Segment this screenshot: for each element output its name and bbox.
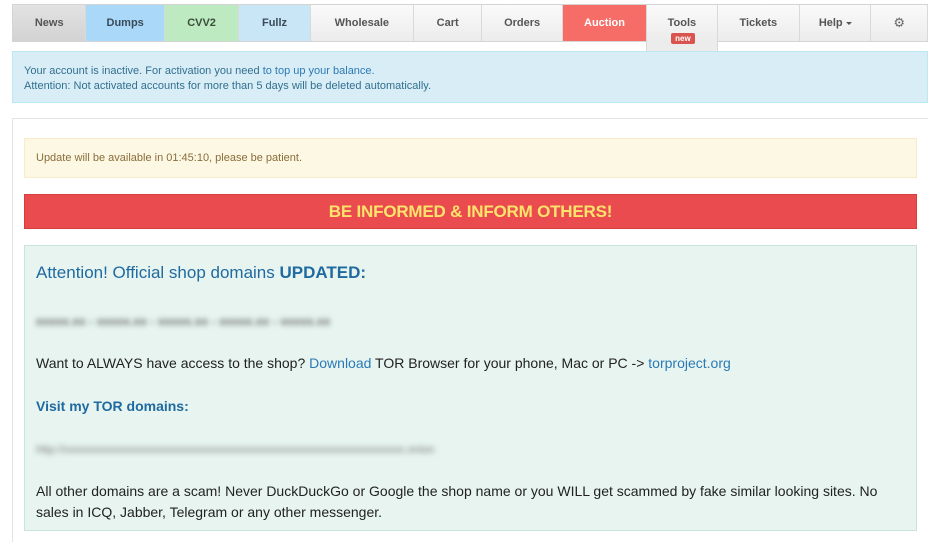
- top-navbar: News Dumps CVV2 Fullz Wholesale Cart Ord…: [12, 4, 928, 57]
- new-badge: new: [671, 33, 695, 44]
- nav-orders[interactable]: Orders: [482, 5, 563, 41]
- tor-access-line: Want to ALWAYS have access to the shop? …: [36, 355, 731, 371]
- blurred-onion-address: http://xxxxxxxxxxxxxxxxxxxxxxxxxxxxxxxxx…: [36, 444, 435, 456]
- update-notice: Update will be available in 01:45:10, pl…: [24, 138, 917, 178]
- nav-tickets[interactable]: Tickets: [717, 5, 801, 41]
- nav-wholesale[interactable]: Wholesale: [310, 5, 414, 41]
- nav-fullz[interactable]: Fullz: [239, 5, 311, 41]
- tor-domains-heading: Visit my TOR domains:: [36, 398, 189, 414]
- download-link[interactable]: Download: [309, 355, 371, 371]
- chevron-down-icon: [845, 22, 852, 25]
- nav-cvv2[interactable]: CVV2: [164, 5, 240, 41]
- scam-warning-text: All other domains are a scam! Never Duck…: [36, 483, 878, 520]
- page: News Dumps CVV2 Fullz Wholesale Cart Ord…: [0, 0, 928, 542]
- nav-cart[interactable]: Cart: [413, 5, 483, 41]
- nav-tools[interactable]: Tools new: [646, 5, 718, 57]
- nav-news[interactable]: News: [13, 5, 87, 41]
- nav-settings[interactable]: ⚙: [871, 5, 928, 41]
- torproject-link[interactable]: torproject.org: [648, 355, 730, 371]
- nav-help-dropdown[interactable]: Help: [800, 5, 872, 41]
- nav-dumps[interactable]: Dumps: [86, 5, 165, 41]
- inform-banner: BE INFORMED & INFORM OTHERS!: [24, 194, 917, 229]
- nav-auction[interactable]: Auction: [562, 5, 648, 41]
- notice-title: Attention! Official shop domains UPDATED…: [36, 263, 367, 282]
- gear-icon: ⚙: [893, 15, 906, 30]
- top-up-balance-link[interactable]: to top up your balance.: [263, 65, 375, 77]
- domains-notice: Attention! Official shop domains UPDATED…: [24, 245, 917, 531]
- blurred-domain-list: xxxxx.xx - xxxxx.xx - xxxxx.xx - xxxxx.x…: [36, 316, 331, 328]
- account-inactive-alert: Your account is inactive. For activation…: [12, 51, 928, 103]
